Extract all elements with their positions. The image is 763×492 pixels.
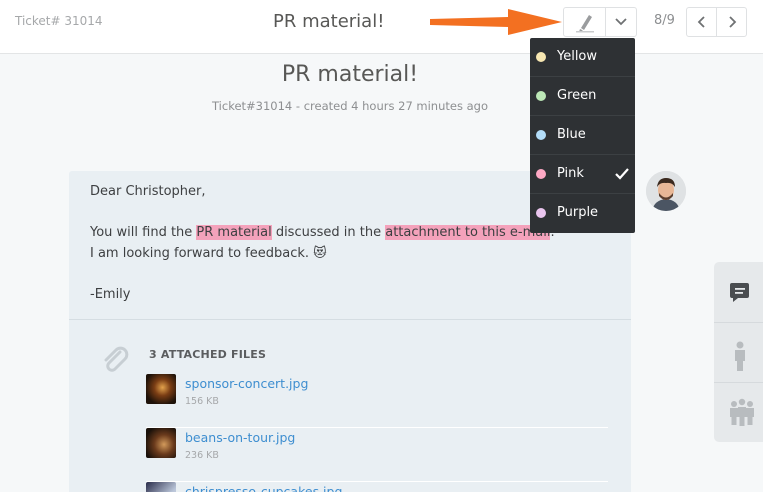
color-dot <box>536 52 546 62</box>
article-signature: -Emily <box>90 286 131 302</box>
customer-avatar-icon <box>646 171 686 211</box>
annotation-arrow-icon <box>430 9 562 35</box>
article-line: I am looking forward to feedback. 😻 <box>90 244 610 265</box>
article-divider <box>69 319 631 320</box>
sidebar-tab-organization[interactable] <box>714 382 763 442</box>
text-segment: I am looking forward to feedback. <box>90 245 310 261</box>
ticket-sidebar <box>714 262 763 442</box>
attachment-size: 236 KB <box>185 450 219 461</box>
topbar-title: PR material! <box>273 11 385 32</box>
paperclip-icon <box>104 346 129 372</box>
text-segment: discussed in the <box>271 225 386 240</box>
highlighter-toggle[interactable] <box>564 8 606 36</box>
highlight-option-label: Yellow <box>557 49 598 64</box>
avatar[interactable] <box>646 171 686 211</box>
chat-bubble-icon <box>730 283 749 302</box>
attachment-link[interactable]: sponsor-concert.jpg <box>185 376 308 391</box>
highlight-option-purple[interactable]: Purple <box>530 194 635 233</box>
person-icon <box>735 341 745 371</box>
ticket-topbar: Ticket# 31014 PR material! 8/9 <box>0 0 763 54</box>
group-icon <box>730 398 754 426</box>
attachment-thumbnail[interactable] <box>146 482 176 492</box>
attachments-heading: 3 ATTACHED FILES <box>149 348 267 361</box>
highlight-button[interactable] <box>563 7 637 37</box>
chevron-right-icon <box>729 16 737 28</box>
cat-heart-emoji: 😻 <box>313 245 327 261</box>
ticket-number: Ticket# 31014 <box>15 14 103 28</box>
color-dot <box>536 91 546 101</box>
chevron-down-icon <box>615 18 627 26</box>
pink-highlight: attachment to this e-mail <box>385 225 551 240</box>
color-dot <box>536 130 546 140</box>
attachment-thumbnail[interactable] <box>146 428 176 458</box>
checkmark-icon <box>615 168 629 180</box>
highlight-option-yellow[interactable]: Yellow <box>530 38 635 77</box>
pink-highlight: PR material <box>196 225 272 240</box>
attachment-item[interactable]: chrispresso-cupcakes.jpg <box>146 482 608 492</box>
chevron-left-icon <box>697 16 705 28</box>
attachment-link[interactable]: beans-on-tour.jpg <box>185 430 295 445</box>
attachment-item[interactable]: beans-on-tour.jpg 236 KB <box>146 428 608 482</box>
highlighter-icon <box>576 15 594 33</box>
attachment-link[interactable]: chrispresso-cupcakes.jpg <box>185 484 342 492</box>
sidebar-tab-ticket[interactable] <box>714 262 763 322</box>
highlight-color-dropdown[interactable] <box>606 8 636 36</box>
highlight-option-pink[interactable]: Pink <box>530 155 635 194</box>
next-ticket-button[interactable] <box>716 7 747 37</box>
highlight-option-label: Purple <box>557 205 599 220</box>
highlight-option-label: Green <box>557 88 597 103</box>
previous-ticket-button[interactable] <box>686 7 717 37</box>
text-segment: You will find the <box>90 225 197 240</box>
highlight-option-blue[interactable]: Blue <box>530 116 635 155</box>
sidebar-tab-customer[interactable] <box>714 322 763 382</box>
attachment-thumbnail[interactable] <box>146 374 176 404</box>
highlight-color-menu: Yellow Green Blue Pink Purple <box>530 38 635 233</box>
color-dot <box>536 208 546 218</box>
highlight-option-green[interactable]: Green <box>530 77 635 116</box>
attachment-item[interactable]: sponsor-concert.jpg 156 KB <box>146 374 608 428</box>
color-dot <box>536 169 546 179</box>
attachment-size: 156 KB <box>185 396 219 407</box>
ticket-pager-count: 8/9 <box>654 13 675 28</box>
highlight-option-label: Blue <box>557 127 586 142</box>
highlight-option-label: Pink <box>557 166 584 181</box>
